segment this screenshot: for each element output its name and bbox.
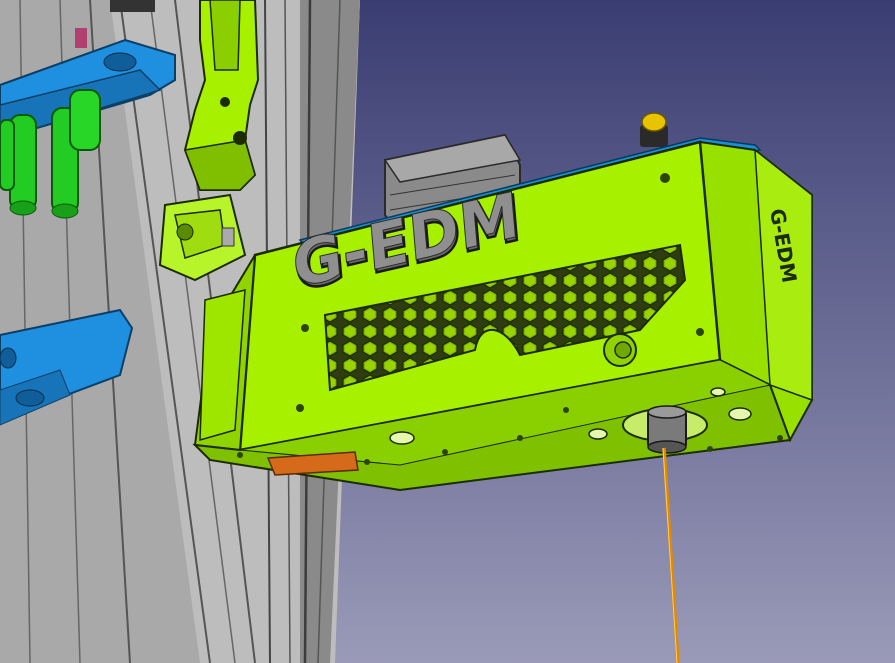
top-button xyxy=(640,112,668,147)
cad-scene[interactable]: G-EDM G-EDM G-EDM xyxy=(0,0,895,663)
3d-viewport[interactable]: G-EDM G-EDM G-EDM xyxy=(0,0,895,663)
electrode-assembly xyxy=(647,405,687,454)
